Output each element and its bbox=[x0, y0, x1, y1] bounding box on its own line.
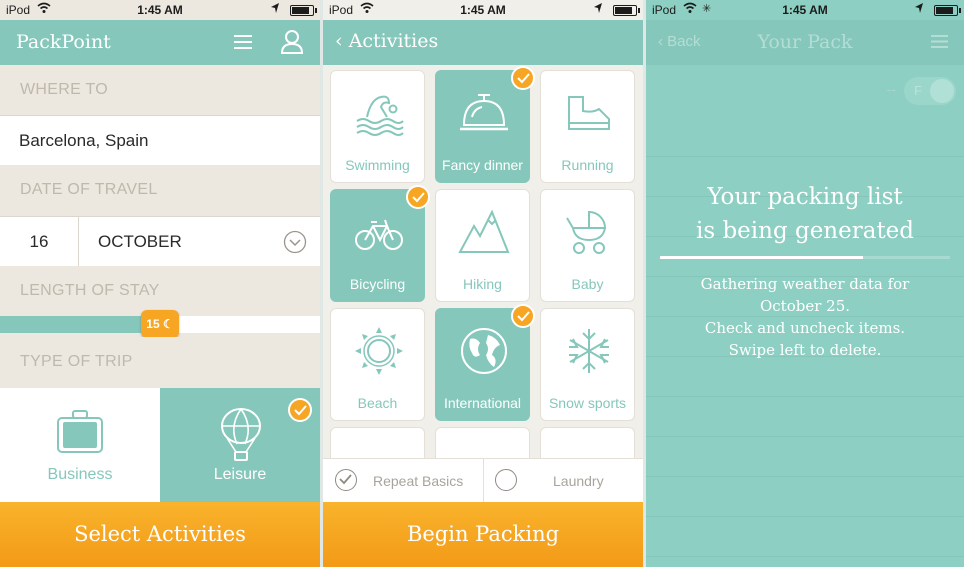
activity-label: Bicycling bbox=[349, 276, 406, 292]
type-of-trip-header: TYPE OF TRIP bbox=[0, 337, 320, 388]
bicycle-icon bbox=[355, 219, 403, 250]
slider-knob[interactable]: 15 ☾ bbox=[141, 310, 179, 338]
generating-message: Gathering weather data for October 25. C… bbox=[646, 273, 964, 361]
location-icon bbox=[271, 3, 279, 13]
globe-icon bbox=[461, 328, 507, 374]
select-activities-button[interactable]: Select Activities bbox=[0, 502, 320, 567]
stay-nights-value: 15 bbox=[146, 317, 160, 331]
moon-icon: ☾ bbox=[162, 317, 174, 331]
activity-label: International bbox=[443, 395, 522, 411]
generating-title-line: Your packing list bbox=[707, 184, 903, 210]
battery-icon bbox=[290, 5, 317, 16]
activity-snow-sports[interactable]: Snow sports bbox=[540, 308, 635, 421]
activity-label: Hiking bbox=[463, 276, 502, 292]
status-bar: iPod ✳ 1:45 AM bbox=[646, 0, 964, 20]
trip-label: Leisure bbox=[213, 466, 267, 483]
generation-progress-bar bbox=[660, 256, 950, 259]
toggle-label: F bbox=[914, 83, 922, 98]
sun-icon bbox=[355, 327, 403, 375]
checkbox-icon[interactable] bbox=[495, 469, 517, 491]
activity-hiking[interactable]: Hiking bbox=[435, 189, 530, 302]
activity-grid: Swimming Fancy dinner Running Bicycling … bbox=[323, 65, 643, 502]
navbar: ‹ Back Your Pack bbox=[646, 20, 964, 65]
day-value[interactable]: 16 bbox=[0, 232, 78, 252]
location-icon bbox=[915, 3, 923, 13]
check-icon bbox=[288, 398, 312, 422]
check-icon bbox=[406, 185, 430, 209]
activity-baby[interactable]: Baby bbox=[540, 189, 635, 302]
navbar: ‹ Activities bbox=[323, 20, 643, 65]
app-brand: PackPoint bbox=[16, 31, 111, 53]
your-pack-screen: iPod ✳ 1:45 AM ‹ Back Your Pack -- F You… bbox=[646, 0, 964, 567]
menu-icon[interactable] bbox=[234, 35, 252, 49]
generating-title: Your packing list is being generated bbox=[646, 180, 964, 248]
activity-label: Snow sports bbox=[548, 395, 627, 411]
date-of-travel-header: DATE OF TRAVEL bbox=[0, 165, 320, 216]
shoe-icon bbox=[568, 96, 610, 130]
activity-label: Fancy dinner bbox=[442, 157, 523, 173]
status-bar: iPod 1:45 AM bbox=[0, 0, 320, 20]
begin-packing-button[interactable]: Begin Packing bbox=[323, 502, 643, 567]
user-icon[interactable] bbox=[280, 29, 304, 55]
activity-label: Swimming bbox=[345, 157, 410, 173]
activities-screen: iPod 1:45 AM ‹ Activities Swimming Fancy… bbox=[323, 0, 643, 567]
menu-icon[interactable] bbox=[931, 35, 948, 48]
progress-fill bbox=[660, 256, 863, 259]
check-icon bbox=[511, 66, 535, 90]
destination-field[interactable]: Barcelona, Spain bbox=[0, 115, 320, 166]
swimming-icon bbox=[356, 95, 404, 136]
message-line: October 25. bbox=[759, 297, 851, 315]
where-to-header: WHERE TO bbox=[0, 65, 320, 116]
status-bar: iPod 1:45 AM bbox=[323, 0, 643, 20]
laundry-option[interactable]: Laundry bbox=[483, 459, 643, 503]
generating-title-line: is being generated bbox=[695, 218, 915, 244]
stroller-icon bbox=[566, 210, 607, 254]
stay-length-slider[interactable]: 15 ☾ bbox=[0, 310, 320, 338]
nav-title: Your Pack bbox=[757, 31, 853, 53]
location-icon bbox=[594, 3, 602, 13]
activity-label: Baby bbox=[571, 276, 604, 292]
destination-value: Barcelona, Spain bbox=[19, 131, 149, 150]
check-icon bbox=[511, 304, 535, 328]
pack-toggle-row: -- F bbox=[646, 65, 964, 118]
toggle-knob[interactable] bbox=[930, 79, 954, 103]
activity-beach[interactable]: Beach bbox=[330, 308, 425, 421]
cloche-icon bbox=[460, 94, 508, 131]
battery-icon bbox=[934, 5, 961, 16]
packing-options: Repeat Basics Laundry bbox=[323, 458, 643, 503]
month-value[interactable]: OCTOBER bbox=[98, 232, 182, 252]
date-divider bbox=[78, 217, 79, 266]
activity-label: Beach bbox=[357, 395, 398, 411]
chevron-down-icon[interactable] bbox=[283, 230, 307, 254]
trip-setup-screen: iPod 1:45 AM PackPoint WHERE TO Barcelon… bbox=[0, 0, 320, 567]
battery-icon bbox=[613, 5, 640, 16]
chevron-left-icon: ‹ bbox=[335, 30, 343, 52]
date-field[interactable]: 16 OCTOBER bbox=[0, 216, 320, 267]
activity-running[interactable]: Running bbox=[540, 70, 635, 183]
mountain-icon bbox=[458, 209, 510, 253]
temperature-unit-toggle[interactable]: F bbox=[904, 77, 956, 105]
back-button[interactable]: ‹ Activities bbox=[335, 30, 438, 52]
checkbox-icon[interactable] bbox=[335, 469, 357, 491]
option-label: Laundry bbox=[553, 473, 604, 489]
message-line: Check and uncheck items. bbox=[704, 319, 906, 337]
toggle-dash: -- bbox=[886, 81, 896, 97]
slider-fill bbox=[0, 316, 160, 333]
briefcase-icon bbox=[57, 410, 103, 453]
trip-type-leisure[interactable]: Leisure bbox=[160, 388, 320, 503]
message-line: Swipe left to delete. bbox=[728, 341, 882, 359]
hot-air-balloon-icon bbox=[221, 408, 261, 461]
activity-swimming[interactable]: Swimming bbox=[330, 70, 425, 183]
option-label: Repeat Basics bbox=[373, 473, 464, 489]
repeat-basics-option[interactable]: Repeat Basics bbox=[323, 459, 483, 503]
snowflake-icon bbox=[569, 329, 609, 373]
trip-label: Business bbox=[47, 466, 113, 483]
message-line: Gathering weather data for bbox=[700, 275, 910, 293]
nav-title: Activities bbox=[348, 30, 439, 52]
navbar: PackPoint bbox=[0, 20, 320, 65]
activity-label: Running bbox=[561, 157, 614, 173]
trip-type-business[interactable]: Business bbox=[0, 388, 160, 503]
